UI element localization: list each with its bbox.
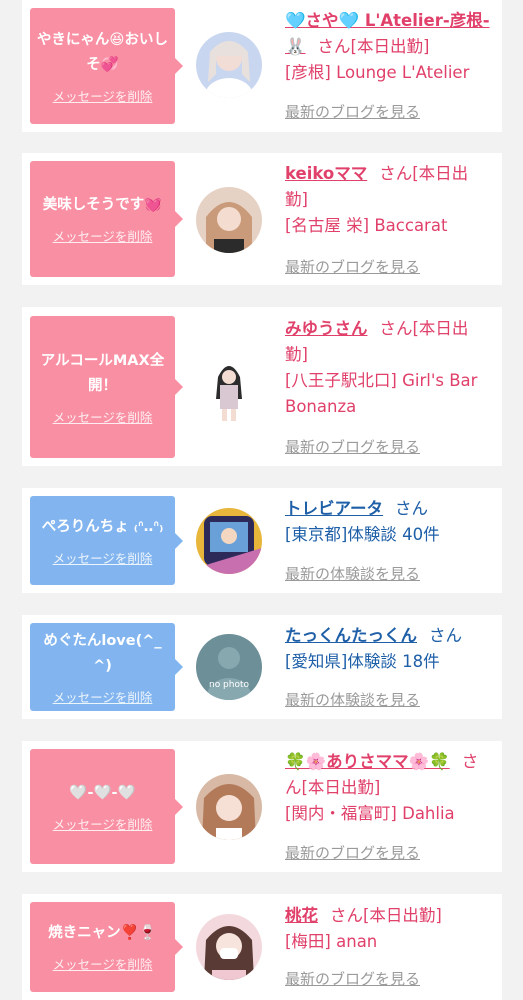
latest-blog-link[interactable]: 最新のブログを見る xyxy=(285,436,420,457)
delete-message-link[interactable]: メッセージを削除 xyxy=(53,86,153,105)
status-text: さん xyxy=(395,499,429,518)
user-name-link[interactable]: トレビアータ xyxy=(285,499,383,518)
status-text: さん[本日出勤] xyxy=(317,37,430,56)
shop-text: [彦根] Lounge L'Atelier xyxy=(285,63,470,82)
message-card: 美味しそうです💓 メッセージを削除 keikoママ さん[本日出勤] [名古屋 栄… xyxy=(22,153,502,285)
shop-text: [愛知県]体験談 18件 xyxy=(285,652,440,671)
message-bubble: 美味しそうです💓 メッセージを削除 xyxy=(30,161,183,277)
latest-blog-link[interactable]: 最新のブログを見る xyxy=(285,101,420,122)
user-name-link[interactable]: 桃花 xyxy=(285,906,318,925)
message-text: 🤍-🤍-🤍 xyxy=(69,784,136,801)
avatar[interactable] xyxy=(196,508,262,574)
shop-text: [梅田] anan xyxy=(285,932,378,951)
status-text: さん xyxy=(429,626,462,645)
delete-message-link[interactable]: メッセージを削除 xyxy=(53,548,153,567)
avatar[interactable] xyxy=(196,355,262,421)
user-info: 桃花 さん[本日出勤] [梅田] anan xyxy=(285,903,491,955)
latest-review-link[interactable]: 最新の体験談を見る xyxy=(285,563,420,584)
latest-blog-link[interactable]: 最新のブログを見る xyxy=(285,968,420,989)
message-card: 焼きニャン❣️🍷 メッセージを削除 桃花 さん[本日出勤] [梅田] anan 最… xyxy=(22,894,502,1000)
message-card: 🤍-🤍-🤍 メッセージを削除 🍀🌸ありさママ🌸🍀 さん[本日出勤] [関内・福富町… xyxy=(22,741,502,872)
user-info: みゆうさん さん[本日出勤] [八王子駅北口] Girl's Bar Bonanz… xyxy=(285,316,491,420)
user-info: たっくんたっくん さん [愛知県]体験談 18件 xyxy=(285,623,491,675)
delete-message-link[interactable]: メッセージを削除 xyxy=(53,814,153,833)
no-photo-text: no photo xyxy=(209,680,250,690)
shop-text: [関内・福富町] Dahlia xyxy=(285,804,455,823)
user-info: トレビアータ さん [東京都]体験談 40件 xyxy=(285,496,491,548)
shop-text: [八王子駅北口] Girl's Bar Bonanza xyxy=(285,371,478,416)
message-bubble: めぐたんlove(^_^) メッセージを削除 xyxy=(30,623,183,711)
user-name-link[interactable]: たっくんたっくん xyxy=(285,626,417,645)
message-text: やきにゃん😆おいしそ💞 xyxy=(36,31,169,73)
message-card: めぐたんlove(^_^) メッセージを削除 no photo たっくんたっくん… xyxy=(22,615,502,719)
avatar[interactable] xyxy=(196,914,262,980)
message-text: ぺろりんちょ ₍ᐢ‥ᐢ₎ xyxy=(41,518,164,535)
user-name-link[interactable]: みゆうさん xyxy=(285,319,368,338)
message-bubble: 🤍-🤍-🤍 メッセージを削除 xyxy=(30,749,183,864)
delete-message-link[interactable]: メッセージを削除 xyxy=(53,954,153,973)
avatar[interactable]: no photo xyxy=(196,634,262,700)
user-info: 🍀🌸ありさママ🌸🍀 さん[本日出勤] [関内・福富町] Dahlia xyxy=(285,749,491,827)
latest-review-link[interactable]: 最新の体験談を見る xyxy=(285,689,420,710)
message-bubble: 焼きニャン❣️🍷 メッセージを削除 xyxy=(30,902,183,992)
message-text: 焼きニャン❣️🍷 xyxy=(48,925,157,941)
delete-message-link[interactable]: メッセージを削除 xyxy=(53,226,153,245)
avatar[interactable] xyxy=(196,774,262,840)
message-bubble: ぺろりんちょ ₍ᐢ‥ᐢ₎ メッセージを削除 xyxy=(30,496,183,585)
message-text: アルコールMAX全開！ xyxy=(40,352,165,394)
message-bubble: アルコールMAX全開！ メッセージを削除 xyxy=(30,316,183,458)
message-card: ぺろりんちょ ₍ᐢ‥ᐢ₎ メッセージを削除 トレビアータ さん [東京都]体験談 … xyxy=(22,488,502,593)
user-info: keikoママ さん[本日出勤] [名古屋 栄] Baccarat xyxy=(285,161,491,239)
shop-text: [東京都]体験談 40件 xyxy=(285,525,440,544)
message-card: やきにゃん😆おいしそ💞 メッセージを削除 🩵さや🩵 L'Atelier-彦根-🐰… xyxy=(22,0,502,132)
message-text: めぐたんlove(^_^) xyxy=(43,632,162,674)
message-card: アルコールMAX全開！ メッセージを削除 みゆうさん さん[本日出勤] [八王子駅… xyxy=(22,307,502,466)
shop-text: [名古屋 栄] Baccarat xyxy=(285,216,448,235)
user-name-link[interactable]: keikoママ xyxy=(285,164,367,183)
message-bubble: やきにゃん😆おいしそ💞 メッセージを削除 xyxy=(30,8,183,124)
latest-blog-link[interactable]: 最新のブログを見る xyxy=(285,842,420,863)
delete-message-link[interactable]: メッセージを削除 xyxy=(53,687,153,706)
status-text: さん[本日出勤] xyxy=(330,906,442,925)
delete-message-link[interactable]: メッセージを削除 xyxy=(53,407,153,426)
message-text: 美味しそうです💓 xyxy=(42,197,163,213)
user-info: 🩵さや🩵 L'Atelier-彦根-🐰 さん[本日出勤] [彦根] Lounge … xyxy=(285,8,491,86)
latest-blog-link[interactable]: 最新のブログを見る xyxy=(285,256,420,277)
avatar[interactable] xyxy=(196,187,262,253)
avatar[interactable] xyxy=(196,32,262,98)
user-name-link[interactable]: 🍀🌸ありさママ🌸🍀 xyxy=(285,752,450,771)
